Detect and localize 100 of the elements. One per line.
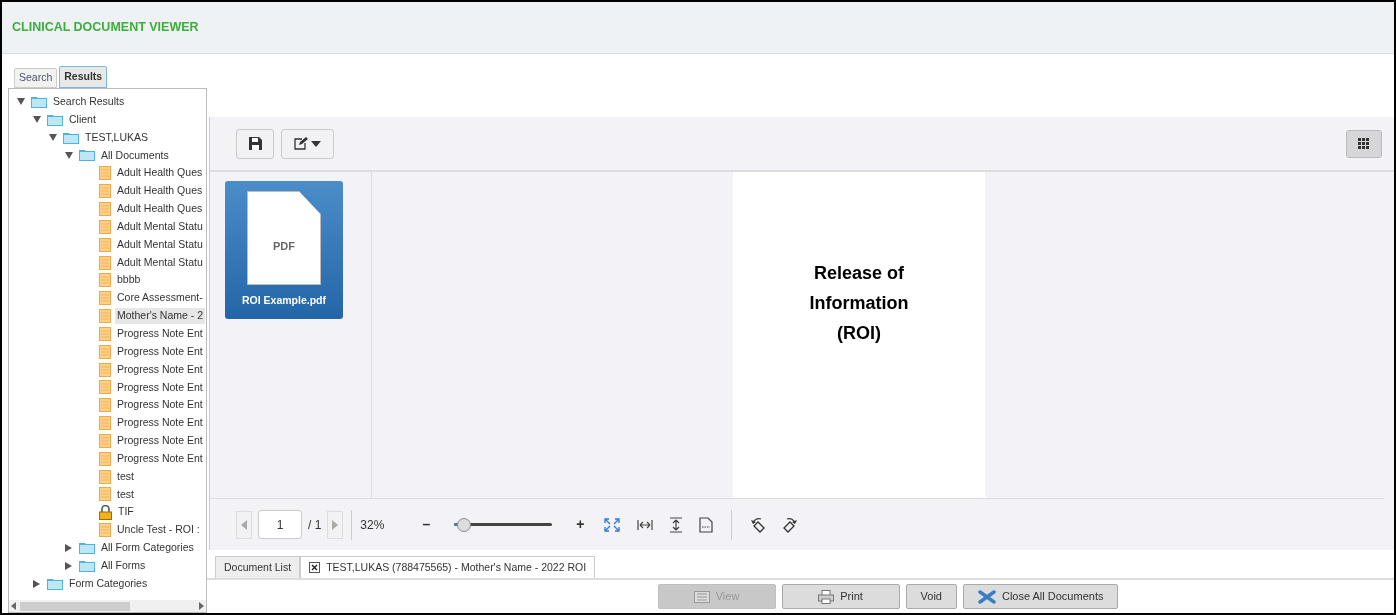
close-icon[interactable]: [309, 562, 321, 573]
tree-item[interactable]: Search Results: [51, 94, 127, 110]
left-arrow-icon: [241, 519, 247, 530]
folder-icon: [47, 577, 63, 590]
pdf-thumbnail[interactable]: PDF ROI Example.pdf: [225, 181, 343, 319]
tree-item[interactable]: All Forms: [99, 558, 148, 574]
folder-icon: [79, 149, 95, 162]
action-button[interactable]: Close All Documents: [962, 584, 1119, 609]
document-icon: [99, 309, 111, 324]
tree-item[interactable]: test: [115, 486, 136, 503]
scroll-right-icon[interactable]: [199, 602, 204, 610]
tree-item[interactable]: Core Assessment-: [115, 290, 205, 307]
tree-item[interactable]: Progress Note Ent: [115, 397, 205, 414]
tree-item[interactable]: TEST,LUKAS: [83, 129, 151, 146]
tree-item[interactable]: Progress Note Ent: [115, 450, 205, 467]
tree-item[interactable]: Progress Note Ent: [115, 361, 205, 378]
zoom-slider[interactable]: [454, 517, 553, 532]
document-icon: [99, 433, 111, 448]
page-total: / 1: [308, 516, 322, 534]
tree-item[interactable]: Adult Health Ques: [115, 201, 205, 217]
document-icon: [99, 202, 111, 216]
zoom-percent: 32%: [360, 516, 386, 534]
tree-item[interactable]: TIF: [116, 504, 136, 521]
actual-size-icon[interactable]: [699, 516, 714, 533]
scroll-left-icon[interactable]: [11, 602, 16, 610]
document-icon: [99, 344, 111, 359]
folder-icon: [63, 131, 79, 144]
file-name: ROI Example.pdf: [242, 293, 326, 308]
caret-icon: [311, 140, 321, 147]
fit-height-icon[interactable]: [670, 516, 683, 533]
page-heading: (ROI): [837, 322, 881, 344]
document-icon: [99, 326, 111, 341]
fit-width-icon[interactable]: [637, 519, 654, 530]
document-icon: [99, 219, 111, 234]
document-icon: [99, 451, 111, 466]
tree-item[interactable]: Progress Note Ent: [115, 343, 205, 360]
rotate-right-icon[interactable]: [782, 516, 799, 533]
tree-item[interactable]: Client: [67, 111, 98, 128]
tree-item[interactable]: Progress Note Ent: [115, 379, 205, 396]
tree-item[interactable]: Uncle Test - ROI :: [115, 522, 202, 539]
tree-item[interactable]: Adult Health Ques: [115, 165, 205, 182]
rotate-left-icon[interactable]: [750, 516, 767, 533]
close-icon: [977, 589, 996, 604]
tree-item[interactable]: Progress Note Ent: [115, 415, 205, 431]
grid-view-button[interactable]: [1346, 129, 1382, 158]
tree-item[interactable]: All Documents: [99, 147, 171, 164]
document-icon: [99, 523, 111, 538]
side-tab[interactable]: Results: [59, 66, 108, 88]
document-icon: [99, 469, 111, 484]
lock-icon: [99, 504, 112, 520]
file-type-label: PDF: [273, 238, 295, 254]
action-button[interactable]: Void: [905, 584, 957, 609]
tree-item[interactable]: bbbb: [115, 272, 143, 289]
document-icon: [99, 487, 111, 502]
document-icon: [99, 380, 111, 395]
list-icon: [693, 590, 710, 603]
document-icon: [99, 398, 111, 413]
folder-icon: [47, 113, 63, 126]
collapse-arrow-icon[interactable]: [33, 116, 43, 124]
action-button[interactable]: Print: [781, 584, 900, 609]
document-icon: [99, 166, 111, 181]
printer-icon: [818, 589, 835, 604]
horizontal-scrollbar[interactable]: [9, 600, 206, 612]
document-icon: [99, 416, 111, 431]
document-icon: [99, 362, 111, 377]
save-button[interactable]: [236, 128, 274, 159]
fit-screen-icon[interactable]: [604, 517, 621, 532]
page-number-field[interactable]: 1: [258, 510, 302, 539]
tree-item[interactable]: All Form Categories: [99, 540, 196, 556]
app-title: CLINICAL DOCUMENT VIEWER: [12, 19, 199, 37]
save-icon: [248, 137, 262, 150]
tree-item[interactable]: Progress Note Ent: [115, 326, 205, 342]
document-tab[interactable]: Document List: [215, 556, 301, 578]
collapse-arrow-icon[interactable]: [17, 98, 27, 106]
side-tab[interactable]: Search: [14, 68, 58, 88]
folder-icon: [31, 95, 47, 108]
page-heading: Release of: [813, 262, 904, 284]
tree-item[interactable]: Form Categories: [67, 575, 150, 592]
page-heading: Information: [809, 292, 909, 314]
tree-item[interactable]: Adult Mental Statu: [115, 218, 205, 235]
slider-thumb[interactable]: [457, 517, 472, 532]
folder-icon: [79, 559, 95, 572]
folder-icon: [79, 542, 95, 554]
zoom-in-button[interactable]: +: [570, 514, 591, 535]
tree-item[interactable]: test: [115, 468, 136, 485]
zoom-out-button[interactable]: –: [416, 514, 437, 535]
document-icon: [99, 237, 111, 252]
document-tab[interactable]: TEST,LUKAS (788475565) - Mother's Name - 2022 ROI: [300, 556, 596, 578]
collapse-arrow-icon[interactable]: [65, 151, 75, 159]
document-icon: [99, 291, 111, 306]
tree-item[interactable]: Progress Note Ent: [115, 433, 205, 449]
document-icon: [99, 273, 111, 288]
edit-icon: [294, 137, 308, 150]
collapse-arrow-icon[interactable]: [49, 134, 59, 142]
right-arrow-icon: [332, 519, 339, 530]
tree-item[interactable]: Adult Mental Statu: [115, 236, 205, 253]
tree-item[interactable]: Adult Mental Statu: [115, 254, 205, 271]
tree-item[interactable]: Mother's Name - 2: [115, 308, 206, 324]
tree-item[interactable]: Adult Health Ques: [115, 183, 205, 199]
edit-dropdown-button[interactable]: [281, 128, 334, 159]
